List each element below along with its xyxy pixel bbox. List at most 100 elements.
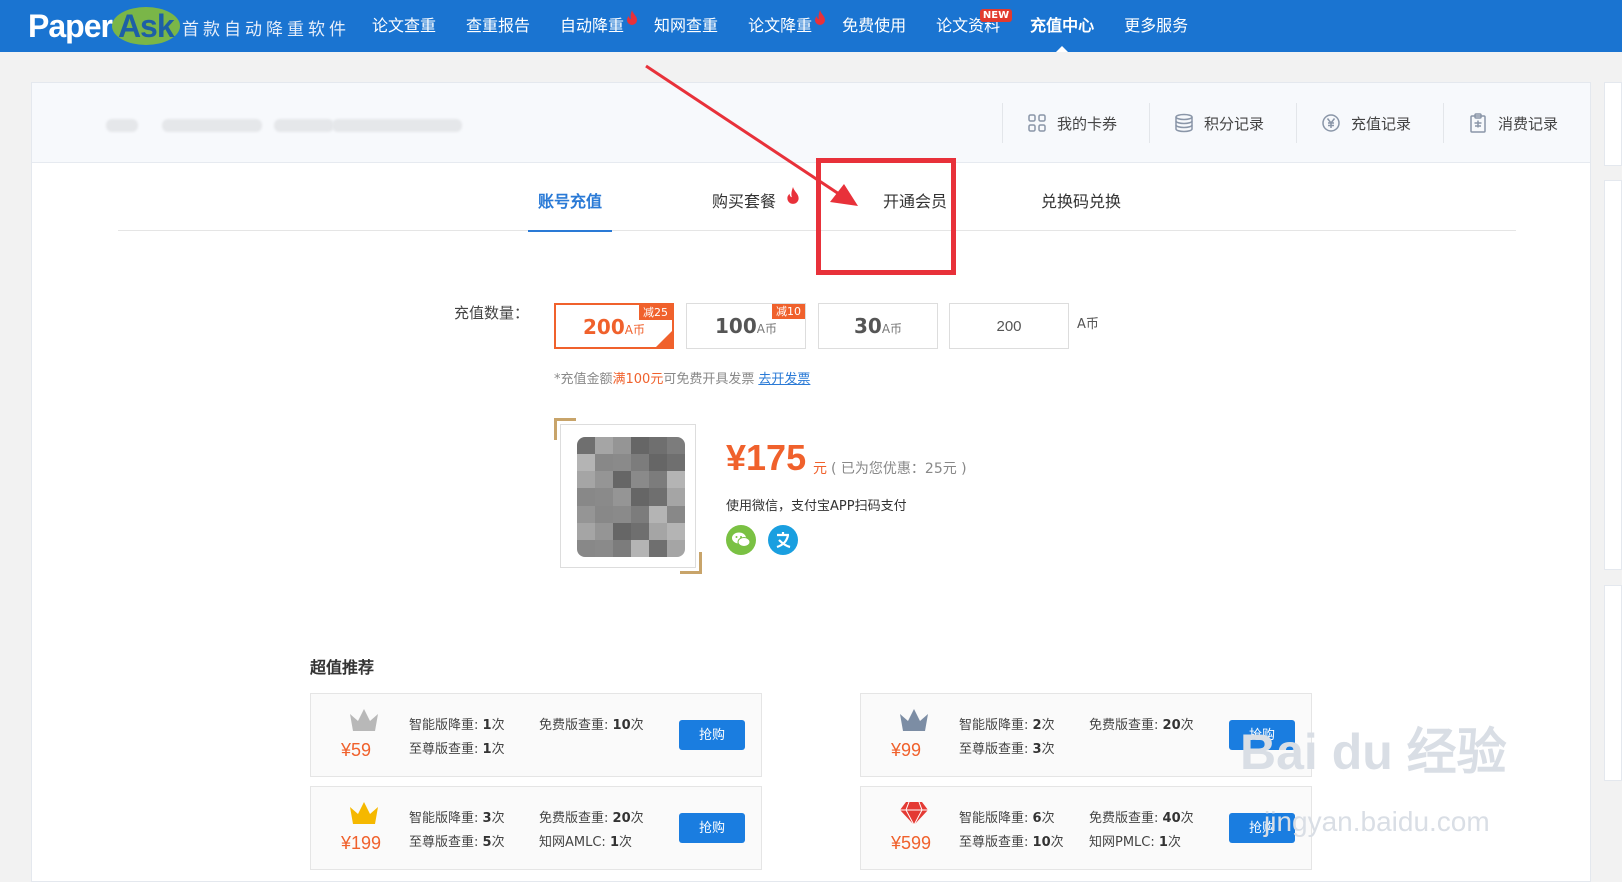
- nav-item-cnki-check[interactable]: 知网查重: [654, 0, 718, 52]
- points-record-link[interactable]: 积分记录: [1148, 103, 1296, 143]
- link-label: 我的卡券: [1056, 114, 1117, 133]
- logo[interactable]: Paper Ask: [28, 6, 180, 46]
- package-feature: 智能版降重: 1次: [409, 718, 505, 733]
- package-price: ¥199: [341, 833, 382, 853]
- selected-check-icon: [656, 331, 672, 347]
- nav-label: 查重报告: [466, 16, 531, 35]
- package-feature: 免费版查重: 20次: [539, 811, 644, 826]
- link-label: 积分记录: [1203, 114, 1264, 133]
- tab-label: 账号充值: [538, 192, 603, 211]
- wechat-icon[interactable]: [726, 525, 756, 555]
- qr-pixel: [613, 539, 631, 557]
- package-card: ¥59 智能版降重: 1次 免费版查重: 10次 至尊版查重: 1次 抢购: [310, 693, 762, 777]
- qr-pixel: [649, 454, 667, 472]
- amount-value: 100: [715, 314, 757, 338]
- my-coupons-link[interactable]: 我的卡券: [1001, 103, 1149, 143]
- buy-button[interactable]: 抢购: [679, 813, 745, 843]
- qr-pixel: [667, 522, 685, 540]
- buy-button[interactable]: 抢购: [679, 720, 745, 750]
- consumption-record-link[interactable]: 消费记录: [1442, 103, 1590, 143]
- main-nav: 论文查重 查重报告 自动降重 知网查重 论文降重 免费使用 论文资料 NEW 充…: [372, 0, 1218, 52]
- payment-qr-frame: [554, 418, 702, 574]
- qr-pixel: [577, 437, 595, 455]
- amount-unit: A币: [756, 322, 777, 336]
- qr-pixel: [613, 488, 631, 506]
- qr-pixel: [577, 471, 595, 489]
- package-price: ¥59: [341, 740, 372, 760]
- nav-item-check-report[interactable]: 查重报告: [466, 0, 530, 52]
- package-card: ¥199 智能版降重: 3次 免费版查重: 20次 至尊版查重: 5次 知网AM…: [310, 786, 762, 870]
- recommend-title: 超值推荐: [310, 658, 375, 677]
- nav-item-paper-materials[interactable]: 论文资料 NEW: [936, 0, 1013, 52]
- tab-label: 购买套餐: [712, 192, 777, 211]
- package-feature: 知网AMLC: 1次: [539, 835, 633, 850]
- qr-pixel: [595, 454, 613, 472]
- qr-pixel: [631, 471, 649, 489]
- package-feature: 免费版查重: 40次: [1089, 811, 1194, 826]
- amount-option-30[interactable]: 30A币: [818, 303, 938, 349]
- fire-icon: [787, 187, 799, 204]
- discount-info: ( 已为您优惠：25元 ): [831, 461, 967, 477]
- qr-pixel: [667, 488, 685, 506]
- side-panel-edge: [1604, 585, 1622, 781]
- diamond-icon: [900, 801, 928, 827]
- nav-item-free-use[interactable]: 免费使用: [842, 0, 906, 52]
- payment-price: ¥175: [726, 437, 807, 478]
- nav-item-paper-reduce[interactable]: 论文降重: [748, 0, 826, 52]
- watermark: Bai du 经验: [1240, 724, 1507, 780]
- package-feature: 智能版降重: 3次: [409, 811, 505, 826]
- nav-item-recharge-center[interactable]: 充值中心: [1030, 0, 1094, 52]
- nav-label: 免费使用: [842, 16, 907, 35]
- tab-redeem-code[interactable]: 兑换码兑换: [1041, 191, 1121, 231]
- custom-amount-unit: A币: [1077, 317, 1099, 332]
- qr-pixel: [631, 488, 649, 506]
- side-panel-edge: [1604, 82, 1622, 166]
- nav-item-more-services[interactable]: 更多服务: [1124, 0, 1188, 52]
- nav-label: 充值中心: [1030, 16, 1095, 35]
- qr-pixel: [667, 471, 685, 489]
- qr-pixel: [667, 437, 685, 455]
- tab-buy-package[interactable]: 购买套餐: [712, 187, 799, 231]
- qr-pixel: [649, 471, 667, 489]
- discount-badge: 减10: [772, 304, 805, 319]
- gold-crown-icon: [350, 802, 378, 824]
- qr-pixel: [595, 488, 613, 506]
- custom-amount-input[interactable]: [949, 303, 1069, 349]
- nav-item-paper-check[interactable]: 论文查重: [372, 0, 436, 52]
- amount-option-100[interactable]: 100A币 减10: [686, 303, 806, 349]
- account-links: 我的卡券 积分记录 充值记录 消费记录: [1001, 103, 1590, 143]
- blurred-user-info: [106, 119, 138, 132]
- nav-label: 论文查重: [372, 16, 437, 35]
- silver-crown-icon: [350, 709, 378, 731]
- tab-account-recharge[interactable]: 账号充值: [528, 191, 613, 232]
- recharge-amount-label: 充值数量：: [454, 304, 530, 322]
- qr-pixel: [613, 471, 631, 489]
- package-feature: 知网PMLC: 1次: [1089, 835, 1181, 850]
- blurred-user-info: [162, 119, 262, 132]
- package-feature: 至尊版查重: 3次: [959, 742, 1055, 757]
- amount-value: 200: [583, 315, 625, 339]
- package-feature: 免费版查重: 10次: [539, 718, 644, 733]
- qr-pixel: [631, 505, 649, 523]
- recharge-record-link[interactable]: 充值记录: [1295, 103, 1443, 143]
- link-label: 消费记录: [1497, 114, 1558, 133]
- fire-icon: [815, 10, 826, 25]
- alipay-icon[interactable]: [768, 525, 798, 555]
- qr-pixel: [649, 539, 667, 557]
- logo-text-ask: Ask: [111, 7, 180, 45]
- yen-circle-icon: [1322, 114, 1340, 132]
- coins-icon: [1175, 113, 1193, 133]
- note-highlight: 满100元: [612, 372, 664, 387]
- new-badge: NEW: [979, 9, 1013, 22]
- steel-crown-icon: [900, 709, 928, 731]
- frame-corner: [554, 418, 576, 440]
- qr-pixel: [595, 539, 613, 557]
- package-price: ¥99: [891, 740, 922, 760]
- invoice-link[interactable]: 去开发票: [758, 372, 810, 387]
- payment-qr-code: [560, 424, 696, 568]
- nav-item-auto-reduce[interactable]: 自动降重: [560, 0, 638, 52]
- qr-pixel: [649, 437, 667, 455]
- amount-option-200[interactable]: 200A币 减25: [554, 303, 674, 349]
- note-text: 可免费开具发票: [663, 372, 755, 387]
- qr-pixel: [595, 437, 613, 455]
